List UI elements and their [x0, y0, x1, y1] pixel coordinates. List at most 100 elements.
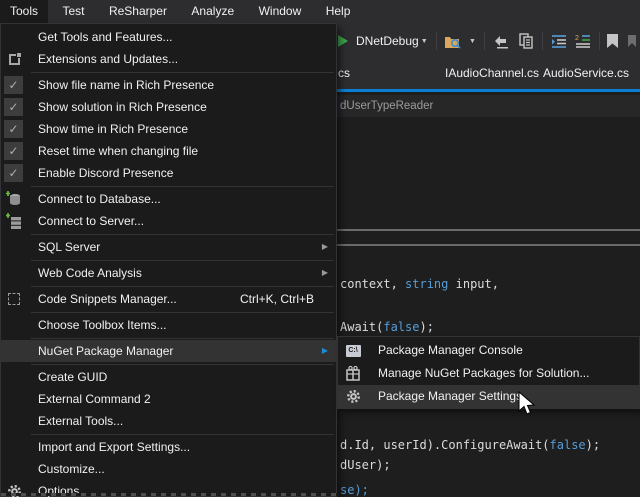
toolbar-overflow-chevron-icon[interactable]: ▼	[469, 38, 476, 45]
console-icon: C:\	[344, 342, 362, 359]
code-line: context, string input,	[340, 277, 499, 291]
indent-button[interactable]	[551, 34, 567, 48]
menu-item-shortcut: Ctrl+K, Ctrl+B	[240, 288, 314, 310]
menu-item-label: NuGet Package Manager	[38, 344, 173, 358]
submenu-item-label: Package Manager Console	[378, 343, 523, 357]
menubar-tools[interactable]: Tools	[0, 0, 48, 23]
tab-audioservice[interactable]: AudioService.cs	[543, 66, 629, 80]
menu-item-connect-to-server[interactable]: Connect to Server...	[1, 210, 336, 232]
search-folder-icon	[444, 34, 461, 49]
menu-item-external-tools[interactable]: External Tools...	[1, 410, 336, 432]
menu-separator	[31, 312, 334, 313]
start-debug-button[interactable]	[338, 35, 348, 47]
bookmark-next-icon	[626, 34, 640, 48]
menu-item-nuget-package-manager[interactable]: NuGet Package Manager▶	[1, 340, 336, 362]
check-icon: ✓	[4, 76, 23, 94]
menu-item-label: Extensions and Updates...	[38, 52, 178, 66]
search-folder-button[interactable]	[444, 34, 461, 49]
navigate-backward-button[interactable]	[492, 34, 510, 49]
vs-window: context, string input, Await(false); d.I…	[0, 0, 640, 497]
code-editor: context, string input, Await(false); d.I…	[337, 117, 640, 497]
menu-item-enable-discord-presence[interactable]: ✓Enable Discord Presence	[1, 162, 336, 184]
document-lines-icon	[518, 33, 534, 49]
menu-item-label: Enable Discord Presence	[38, 166, 173, 180]
menu-item-choose-toolbox-items[interactable]: Choose Toolbox Items...	[1, 314, 336, 336]
menu-item-show-solution[interactable]: ✓Show solution in Rich Presence	[1, 96, 336, 118]
menu-separator	[31, 338, 334, 339]
indent-alt-button[interactable]: 2	[575, 34, 591, 48]
menu-separator	[31, 286, 334, 287]
menu-item-label: Choose Toolbox Items...	[38, 318, 167, 332]
submenu-item-manage-nuget-packages[interactable]: Manage NuGet Packages for Solution...	[338, 362, 639, 385]
bookmark-button[interactable]	[607, 34, 618, 48]
menu-item-import-export-settings[interactable]: Import and Export Settings...	[1, 436, 336, 458]
code-line: dUser);	[340, 458, 391, 472]
snippets-icon	[5, 290, 23, 308]
chevron-down-icon: ▼	[421, 38, 428, 45]
tools-menu: Get Tools and Features... Extensions and…	[0, 23, 337, 497]
menu-item-sql-server[interactable]: SQL Server▶	[1, 236, 336, 258]
submenu-arrow-icon: ▶	[322, 262, 328, 284]
code-line: d.Id, userId).ConfigureAwait(false);	[340, 438, 600, 452]
breadcrumb-text: dUserTypeReader	[340, 100, 433, 112]
menu-item-label: Connect to Server...	[38, 214, 144, 228]
menu-item-show-time[interactable]: ✓Show time in Rich Presence	[1, 118, 336, 140]
menu-item-code-snippets-manager[interactable]: Code Snippets Manager... Ctrl+K, Ctrl+B	[1, 288, 336, 310]
menu-item-external-command-2[interactable]: External Command 2	[1, 388, 336, 410]
menu-separator	[31, 72, 334, 73]
menu-item-show-file-name[interactable]: ✓ Show file name in Rich Presence	[1, 74, 336, 96]
menu-item-label: Web Code Analysis	[38, 266, 142, 280]
menu-separator	[31, 234, 334, 235]
indent-icon	[551, 34, 567, 48]
editor-divider-line	[337, 229, 640, 231]
menu-item-create-guid[interactable]: Create GUID	[1, 366, 336, 388]
menu-separator	[31, 434, 334, 435]
menubar-window[interactable]: Window	[249, 0, 312, 23]
main-menu-bar: Tools Test ReSharper Analyze Window Help	[0, 0, 640, 23]
breadcrumb[interactable]: dUserTypeReader	[337, 95, 640, 117]
menu-item-label: Import and Export Settings...	[38, 440, 190, 454]
gear-icon	[344, 388, 362, 405]
check-icon: ✓	[4, 120, 23, 138]
menu-separator	[31, 186, 334, 187]
server-icon	[5, 212, 23, 230]
menu-item-customize[interactable]: Customize...	[1, 458, 336, 480]
bookmark-next-button[interactable]	[626, 34, 640, 48]
menubar-analyze[interactable]: Analyze	[181, 0, 244, 23]
menu-clipped-edge	[1, 493, 338, 496]
menu-item-connect-to-database[interactable]: Connect to Database...	[1, 188, 336, 210]
menu-item-get-tools-and-features[interactable]: Get Tools and Features...	[1, 26, 336, 48]
menu-item-reset-time[interactable]: ✓Reset time when changing file	[1, 140, 336, 162]
database-icon	[5, 190, 23, 208]
menu-item-label: Connect to Database...	[38, 192, 161, 206]
submenu-arrow-icon: ▶	[322, 236, 328, 258]
solution-config-dropdown[interactable]: DNetDebug ▼	[356, 34, 428, 48]
editor-divider-line	[337, 244, 640, 246]
check-icon: ✓	[4, 142, 23, 160]
submenu-item-package-manager-settings[interactable]: Package Manager Settings	[338, 385, 639, 408]
menu-item-label: Get Tools and Features...	[38, 30, 173, 44]
submenu-item-package-manager-console[interactable]: C:\ Package Manager Console	[338, 339, 639, 362]
navigate-backward-icon	[492, 34, 510, 49]
menubar-help[interactable]: Help	[316, 0, 361, 23]
menu-separator	[31, 364, 334, 365]
menu-item-label: Show file name in Rich Presence	[38, 78, 214, 92]
menu-item-extensions-and-updates[interactable]: Extensions and Updates...	[1, 48, 336, 70]
menubar-test[interactable]: Test	[52, 0, 94, 23]
menu-item-web-code-analysis[interactable]: Web Code Analysis ▶	[1, 262, 336, 284]
code-line: Await(false);	[340, 320, 434, 334]
tab-partial[interactable]: cs	[338, 66, 350, 80]
code-line: se);	[340, 483, 369, 497]
bookmark-icon	[607, 34, 618, 48]
extensions-icon	[5, 50, 23, 68]
package-icon	[344, 365, 362, 382]
svg-text:2: 2	[575, 35, 579, 42]
document-lines-button[interactable]	[518, 33, 534, 49]
nuget-package-manager-submenu: C:\ Package Manager Console Manage NuGet…	[337, 336, 640, 409]
menubar-resharper[interactable]: ReSharper	[99, 0, 177, 23]
menu-item-label: Customize...	[38, 462, 105, 476]
tab-iaudiochannel[interactable]: IAudioChannel.cs	[445, 66, 539, 80]
menu-item-label: Create GUID	[38, 370, 107, 384]
menu-item-label: Show solution in Rich Presence	[38, 100, 207, 114]
menu-item-label: External Command 2	[38, 392, 151, 406]
